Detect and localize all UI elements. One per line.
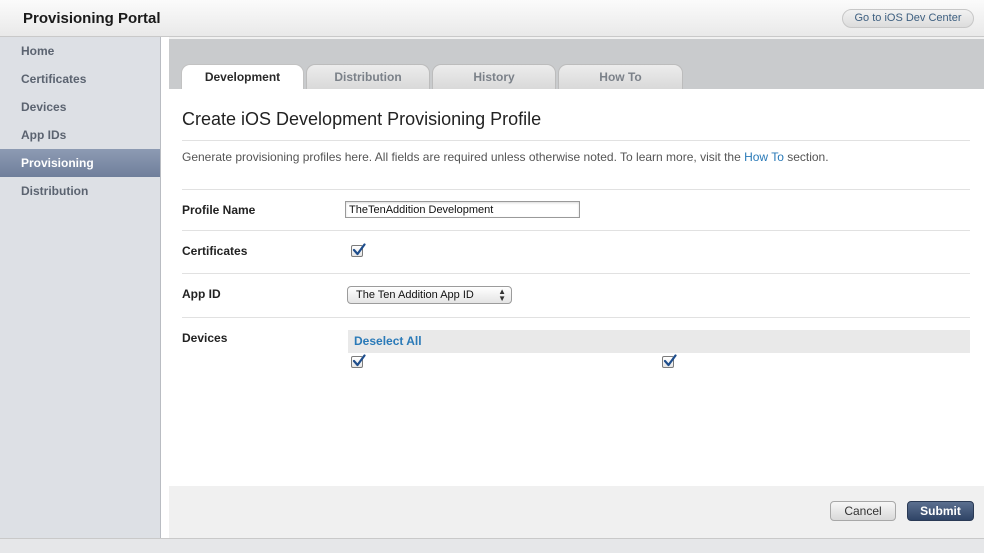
sidebar-item-provisioning[interactable]: Provisioning xyxy=(0,149,160,177)
sidebar-item-app-ids[interactable]: App IDs xyxy=(0,121,160,149)
profile-name-label: Profile Name xyxy=(182,203,256,217)
devices-header-bar xyxy=(348,330,970,353)
sidebar-item-devices[interactable]: Devices xyxy=(0,93,160,121)
checkmark-icon xyxy=(352,243,366,256)
profile-name-input[interactable] xyxy=(345,201,580,218)
divider xyxy=(182,230,970,231)
intro-text-body: Generate provisioning profiles here. All… xyxy=(182,150,745,164)
go-to-dev-center-button[interactable]: Go to iOS Dev Center xyxy=(842,9,974,28)
tab-history[interactable]: History xyxy=(432,64,556,90)
bottom-strip xyxy=(0,538,984,553)
device-checkbox[interactable] xyxy=(351,354,366,368)
content-panel xyxy=(169,89,984,486)
cancel-button[interactable]: Cancel xyxy=(830,501,896,521)
app-id-label: App ID xyxy=(182,287,221,301)
tab-development[interactable]: Development xyxy=(181,64,304,90)
devices-label: Devices xyxy=(182,331,228,345)
page-title: Create iOS Development Provisioning Prof… xyxy=(182,109,542,129)
divider xyxy=(182,140,970,141)
tab-distribution[interactable]: Distribution xyxy=(306,64,430,90)
portal-title: Provisioning Portal xyxy=(23,10,161,27)
submit-button[interactable]: Submit xyxy=(907,501,974,521)
sidebar: Home Certificates Devices App IDs Provis… xyxy=(0,37,161,538)
divider xyxy=(182,317,970,318)
app-id-selected-value: The Ten Addition App ID xyxy=(356,289,474,301)
sidebar-item-home[interactable]: Home xyxy=(0,37,160,65)
tab-how-to[interactable]: How To xyxy=(558,64,683,90)
intro-text-suffix: section. xyxy=(783,150,829,164)
select-arrows-icon: ▲ ▼ xyxy=(498,287,506,303)
divider xyxy=(182,189,970,190)
how-to-link[interactable]: How To xyxy=(744,150,784,164)
checkmark-icon xyxy=(663,354,677,367)
sidebar-item-certificates[interactable]: Certificates xyxy=(0,65,160,93)
certificate-checkbox[interactable] xyxy=(351,243,366,257)
top-header: Provisioning Portal Go to iOS Dev Center xyxy=(0,0,984,37)
divider xyxy=(182,273,970,274)
device-checkbox[interactable] xyxy=(662,354,677,368)
app-id-select[interactable]: The Ten Addition App ID ▲ ▼ xyxy=(347,286,512,304)
deselect-all-link[interactable]: Deselect All xyxy=(354,334,422,348)
intro-text: Generate provisioning profiles here. All… xyxy=(182,150,829,164)
checkmark-icon xyxy=(352,354,366,367)
certificates-label: Certificates xyxy=(182,244,248,258)
sidebar-item-distribution[interactable]: Distribution xyxy=(0,177,160,205)
